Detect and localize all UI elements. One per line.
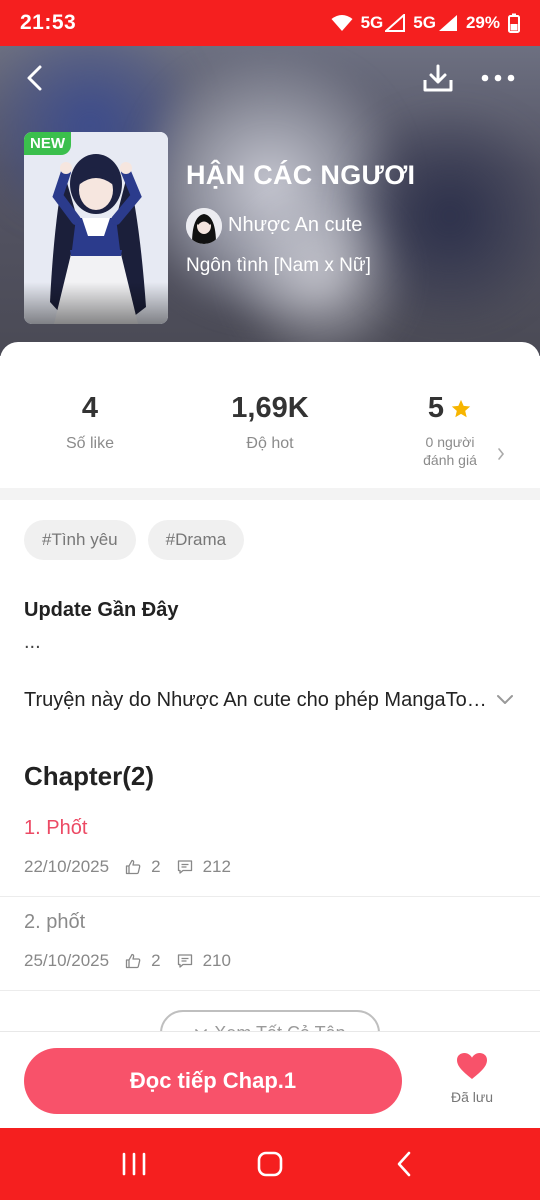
continue-reading-button[interactable]: Đọc tiếp Chap.1	[24, 1048, 402, 1114]
signal-1: 5G	[361, 13, 406, 33]
back-arrow-icon	[27, 65, 42, 91]
cover-illustration	[24, 132, 168, 324]
genre-label: Ngôn tình [Nam x Nữ]	[186, 255, 371, 276]
chapter-likes: 2	[151, 951, 161, 970]
home-button[interactable]	[250, 1148, 290, 1180]
hot-stat: 1,69K Độ hot	[190, 392, 350, 453]
author-avatar[interactable]	[186, 208, 222, 244]
comic-title: HẬN CÁC NGƯƠI	[186, 160, 416, 190]
wifi-icon	[331, 15, 353, 31]
saved-button[interactable]: Đã lưu	[430, 1052, 514, 1105]
stats-row: 4 Số like 1,69K Độ hot 5 0 người đánh gi…	[0, 392, 540, 488]
author-name[interactable]: Nhược An cute	[228, 214, 362, 237]
chapter-date: 25/10/2025	[24, 951, 110, 970]
tag-list: #Tình yêu #Drama	[24, 520, 245, 560]
star-icon	[451, 399, 471, 417]
rating-chevron[interactable]	[496, 446, 506, 467]
section-divider	[0, 488, 540, 500]
chapter-item-2[interactable]: 2. phốt 25/10/2025 2 210	[0, 897, 540, 991]
saved-label: Đã lưu	[450, 1089, 494, 1105]
description-text[interactable]: Truyện này do Nhược An cute cho phép Man…	[24, 689, 494, 712]
signal-bars-icon	[385, 14, 406, 32]
recent-apps-button[interactable]	[114, 1148, 154, 1180]
rating-count: 0 người	[425, 434, 475, 450]
thumbs-up-icon	[125, 859, 141, 875]
new-badge: NEW	[24, 132, 71, 155]
network-type-1: 5G	[360, 13, 384, 32]
heart-icon	[457, 1053, 487, 1079]
home-icon	[257, 1151, 283, 1177]
bottom-action-bar: Đọc tiếp Chap.1 Đã lưu	[0, 1031, 540, 1128]
tag-love[interactable]: #Tình yêu	[24, 520, 136, 560]
chapter-date: 22/10/2025	[24, 857, 110, 876]
recent-apps-icon	[122, 1152, 146, 1176]
tag-drama[interactable]: #Drama	[147, 520, 245, 560]
status-bar: 21:53 5G 5G 29%	[0, 0, 540, 46]
clock: 21:53	[20, 11, 77, 34]
chapter-likes: 2	[151, 857, 161, 876]
system-back-button[interactable]	[384, 1148, 424, 1180]
chapter-comments: 210	[202, 951, 231, 970]
rating-label: 0 người đánh giá	[370, 433, 530, 469]
battery-charging-icon	[508, 13, 520, 33]
chapter-meta: 22/10/2025 2 212	[24, 857, 231, 877]
more-icon	[481, 74, 515, 82]
thumbs-up-icon	[125, 953, 141, 969]
system-nav-bar	[0, 1128, 540, 1200]
cover-image	[24, 132, 168, 324]
likes-stat: 4 Số like	[10, 392, 170, 453]
chevron-down-icon	[497, 695, 513, 704]
comment-icon	[177, 953, 193, 969]
status-icons: 5G 5G 29%	[331, 13, 520, 33]
more-options-button[interactable]	[476, 60, 520, 96]
signal-bars-icon	[438, 15, 457, 31]
likes-label: Số like	[65, 435, 115, 452]
back-button[interactable]	[12, 60, 56, 96]
hot-value: 1,69K	[231, 392, 309, 424]
rating-caption: đánh giá	[423, 452, 477, 468]
chevron-right-icon	[498, 448, 505, 460]
rating-value-row: 5	[370, 392, 530, 425]
expand-description-button[interactable]	[496, 692, 514, 711]
rating-value: 5	[427, 392, 445, 424]
chapter-list-header: Chapter(2)	[24, 761, 155, 791]
rating-stat[interactable]: 5 0 người đánh giá	[370, 392, 530, 469]
comment-icon	[177, 859, 193, 875]
back-icon	[397, 1151, 411, 1177]
chapter-title: 1. Phốt	[24, 817, 88, 839]
chapter-comments: 212	[202, 857, 231, 876]
likes-value: 4	[81, 392, 99, 424]
hot-label: Độ hot	[246, 435, 294, 452]
chapter-title: 2. phốt	[24, 911, 86, 933]
chapter-item-1[interactable]: 1. Phốt 22/10/2025 2 212	[0, 803, 540, 897]
download-icon	[423, 64, 453, 92]
network-type-2: 5G	[413, 13, 436, 32]
update-title: Update Gần Đây	[24, 599, 179, 621]
update-text: ...	[24, 631, 41, 653]
signal-2: 5G	[413, 13, 458, 33]
chapter-meta: 25/10/2025 2 210	[24, 951, 231, 971]
battery-percent: 29%	[465, 13, 500, 32]
download-button[interactable]	[416, 60, 460, 96]
